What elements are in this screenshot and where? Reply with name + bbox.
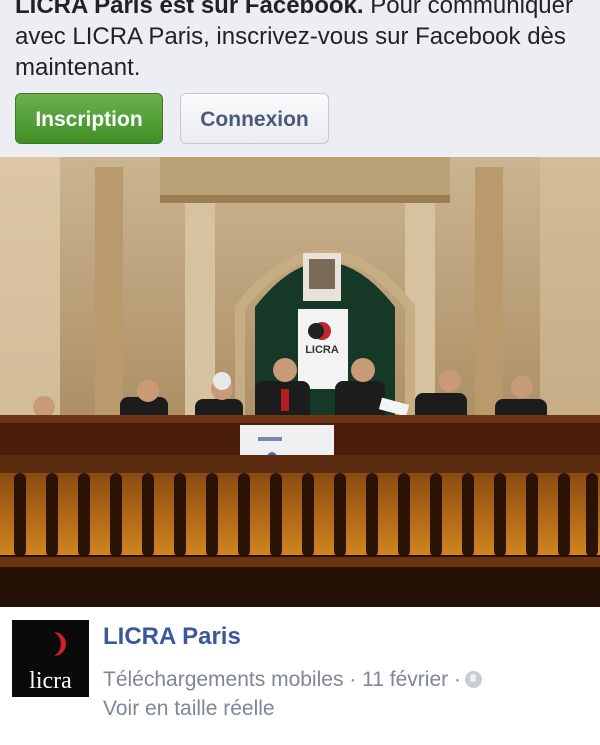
post-meta: Téléchargements mobiles · 11 février · [103,668,482,692]
album-link[interactable]: Téléchargements mobiles [103,668,343,691]
banner-message: LICRA Paris est sur Facebook. Pour commu… [15,0,590,83]
post-footer: licra LICRA Paris Téléchargements mobile… [0,607,600,745]
page-avatar[interactable]: licra [12,620,89,697]
signup-button[interactable]: Inscription [15,93,163,144]
licra-banner-text: LICRA [305,344,339,356]
licra-logo-icon [36,632,66,656]
post-date[interactable]: 11 février [362,668,448,691]
event-photo-illustration: LICRA [0,157,600,607]
page-name-link[interactable]: LICRA Paris [103,623,241,651]
globe-icon [464,671,482,688]
banner-bold-text: LICRA Paris est sur Facebook. [15,0,364,19]
meta-separator: · [349,668,357,691]
view-full-size-link[interactable]: Voir en taille réelle [103,697,275,721]
meta-separator-2: · [453,668,461,691]
signup-banner: LICRA Paris est sur Facebook. Pour commu… [0,0,600,157]
event-photo[interactable]: LICRA [0,157,600,607]
login-button[interactable]: Connexion [180,93,329,144]
avatar-text: licra [29,668,72,694]
